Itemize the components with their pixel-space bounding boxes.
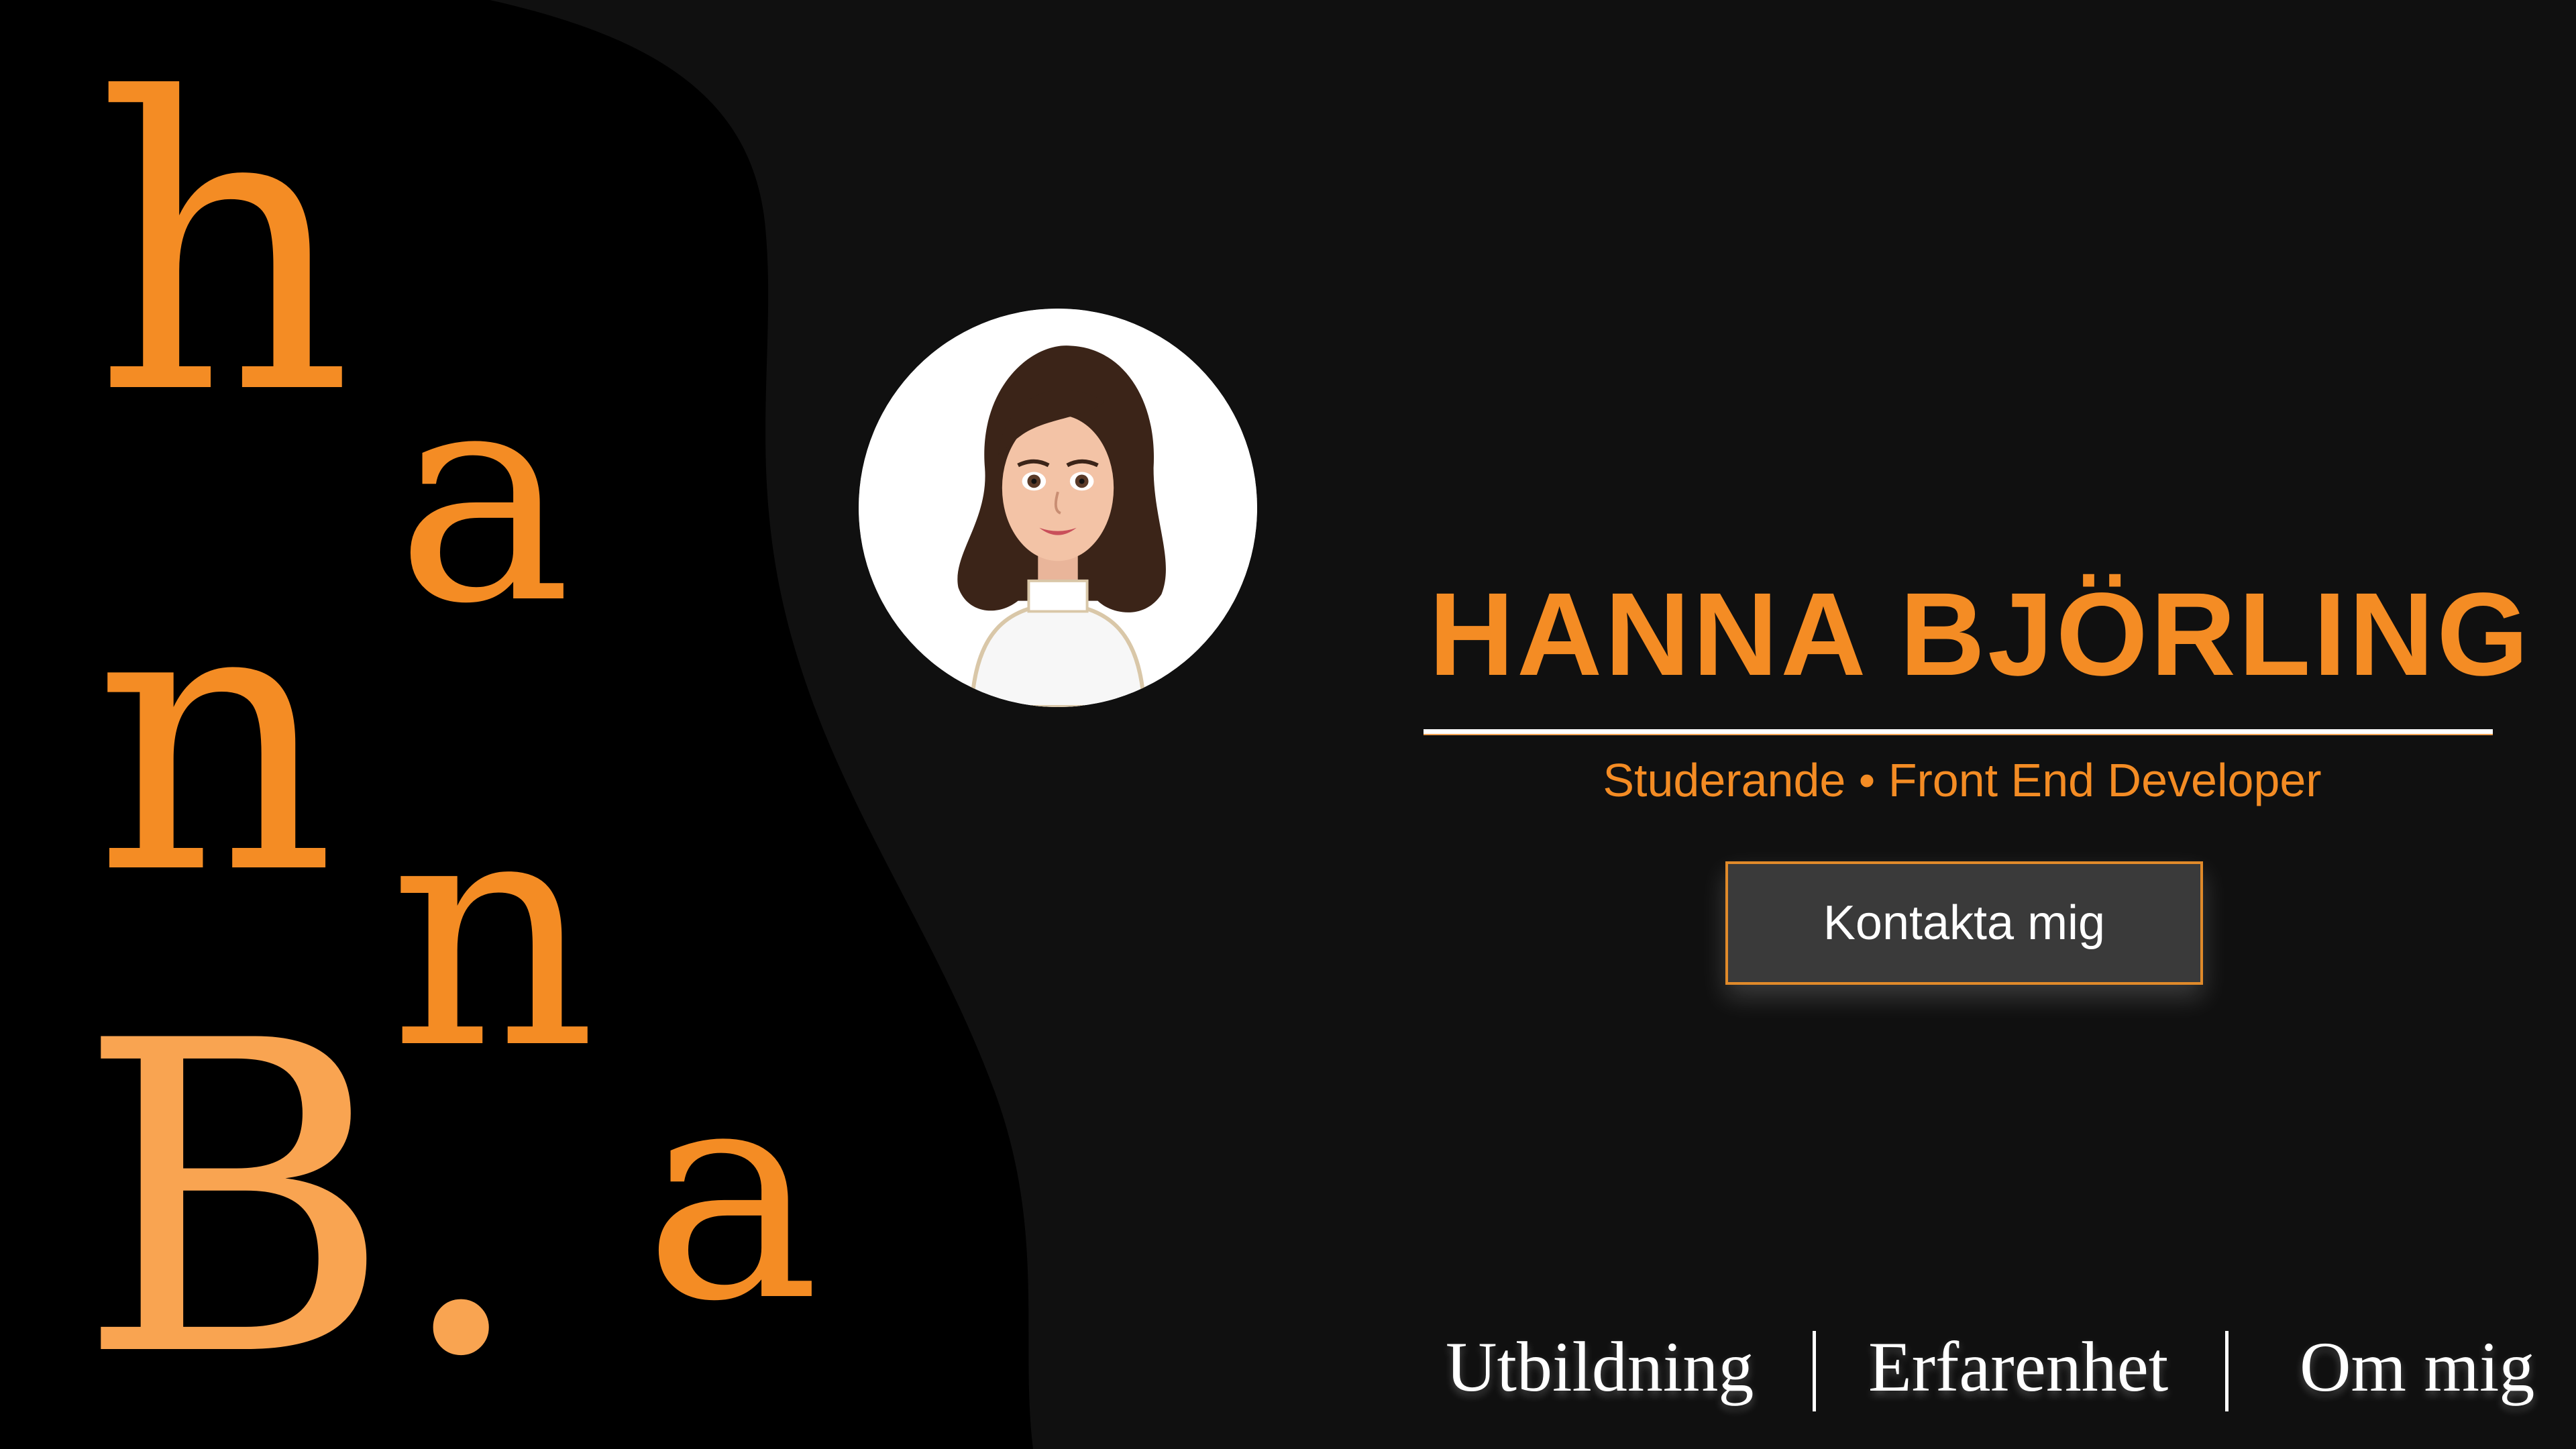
logo-letter-n: n bbox=[94, 519, 336, 957]
logo-letter-a: a bbox=[396, 325, 572, 668]
subtitle: Studerande • Front End Developer bbox=[1603, 754, 2322, 806]
logo-letter-a-second: a bbox=[644, 1022, 820, 1366]
nav-link-erfarenhet[interactable]: Erfarenhet bbox=[1868, 1332, 2168, 1403]
contact-button[interactable]: Kontakta mig bbox=[1725, 861, 2203, 985]
avatar-illustration-icon bbox=[859, 309, 1257, 707]
avatar bbox=[859, 309, 1257, 707]
page-title: HANNA BJÖRLING bbox=[1429, 569, 2532, 700]
nav-divider bbox=[2225, 1331, 2229, 1411]
logo-initial-b: B. bbox=[77, 951, 529, 1449]
logo-letter-h: h bbox=[94, 13, 354, 482]
nav-divider bbox=[1813, 1331, 1816, 1411]
nav-link-utbildning[interactable]: Utbildning bbox=[1446, 1332, 1754, 1403]
hero-section: h a n n B. a HANNA BJÖRLING Studerande •… bbox=[0, 0, 2576, 1449]
nav-link-om-mig[interactable]: Om mig bbox=[2300, 1332, 2534, 1403]
title-divider bbox=[1424, 729, 2493, 735]
